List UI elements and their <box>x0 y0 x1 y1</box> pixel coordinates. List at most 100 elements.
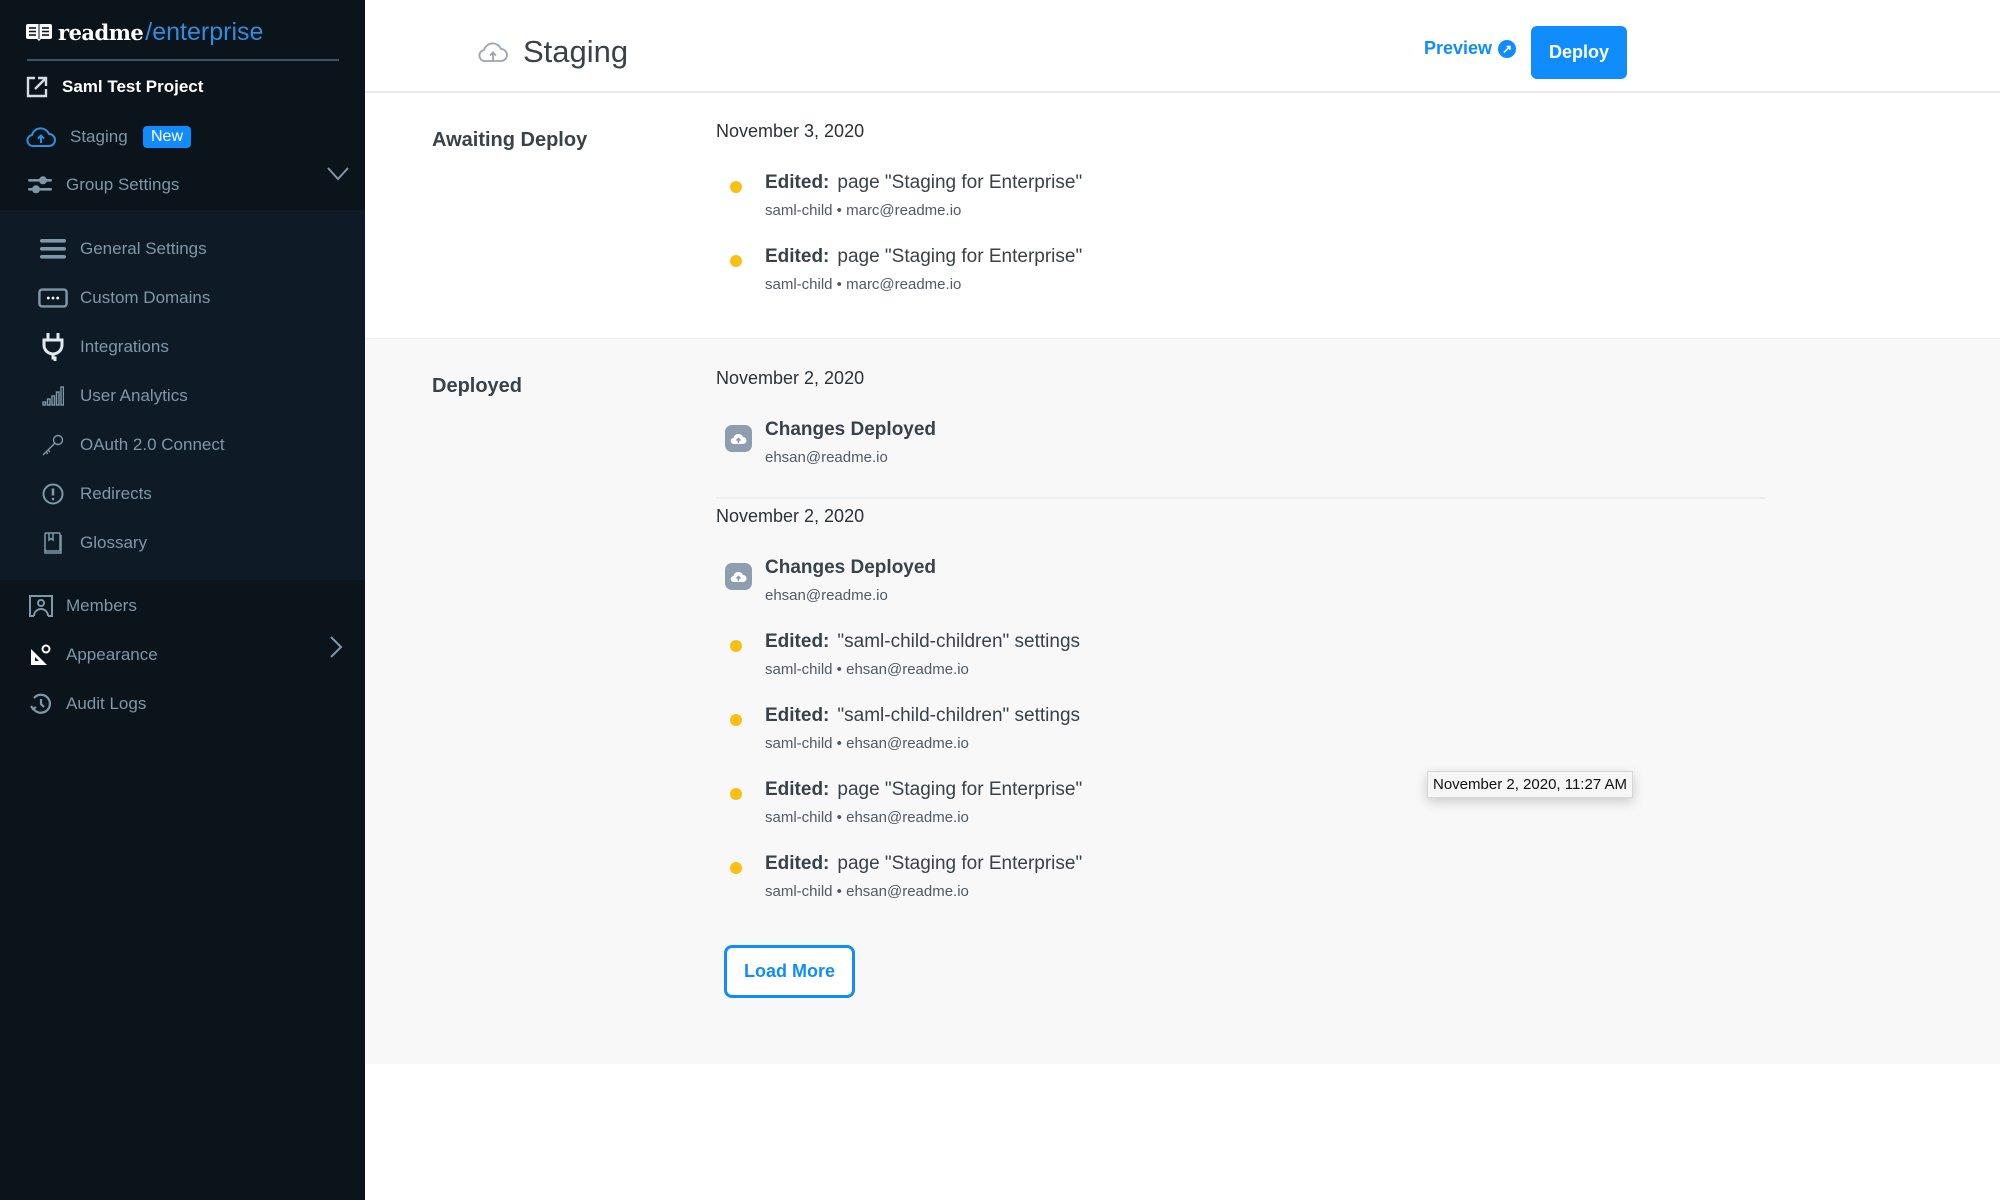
change-item: Edited: page "Staging for Enterprise" sam… <box>716 172 1516 232</box>
deployed-cloud-icon <box>725 563 752 590</box>
sidebar-item-label: Redirects <box>80 484 152 503</box>
edited-dot-icon <box>730 862 742 874</box>
book-icon <box>38 530 68 556</box>
deploy-item: Changes Deployed ehsan@readme.io <box>716 557 1516 617</box>
page-title: Staging <box>477 34 628 70</box>
sidebar-item-label: Appearance <box>66 645 158 664</box>
edited-dot-icon <box>730 181 742 193</box>
readme-logo[interactable]: readme/enterprise <box>26 14 263 50</box>
section-label: Deployed <box>432 375 523 397</box>
change-action: Edited: <box>765 779 830 800</box>
change-meta: saml-child • ehsan@readme.io <box>765 883 969 900</box>
date-heading: November 3, 2020 <box>716 121 865 141</box>
sidebar-item-custom-domains[interactable]: Custom Domains <box>0 285 365 311</box>
edited-dot-icon <box>730 255 742 267</box>
sidebar-item-oauth[interactable]: OAuth 2.0 Connect <box>0 432 365 458</box>
sidebar-item-appearance[interactable]: Appearance <box>0 636 365 668</box>
sidebar-item-redirects[interactable]: Redirects <box>0 481 365 507</box>
change-action: Edited: <box>765 705 830 726</box>
deploy-item: Changes Deployed ehsan@readme.io <box>716 419 1516 479</box>
appearance-icon <box>26 642 56 668</box>
history-icon <box>26 691 56 717</box>
cloud-upload-icon <box>478 42 508 62</box>
sidebar-item-members[interactable]: Members <box>0 593 365 619</box>
sidebar-item-general-settings[interactable]: General Settings <box>0 236 365 262</box>
plug-icon <box>38 333 68 361</box>
project-link[interactable]: Saml Test Project <box>26 72 203 102</box>
logo-divider <box>27 59 339 61</box>
group-divider <box>716 497 1766 499</box>
sidebar: readme/enterprise Saml Test Project Stag… <box>0 0 365 1200</box>
edited-dot-icon <box>730 788 742 800</box>
change-action: Edited: <box>765 246 830 267</box>
sidebar-item-glossary[interactable]: Glossary <box>0 530 365 556</box>
change-text: page "Staging for Enterprise" <box>837 246 1083 267</box>
sidebar-item-label: Group Settings <box>66 175 180 194</box>
change-meta: saml-child • ehsan@readme.io <box>765 661 969 678</box>
key-icon <box>38 432 68 458</box>
load-more-button[interactable]: Load More <box>724 945 855 998</box>
sidebar-item-label: Staging <box>70 127 128 146</box>
change-text: page "Staging for Enterprise" <box>837 853 1083 874</box>
menu-icon <box>38 236 68 262</box>
change-action: Edited: <box>765 172 830 193</box>
new-badge: New <box>143 126 192 148</box>
change-meta: saml-child • marc@readme.io <box>765 202 962 219</box>
sidebar-item-label: Members <box>66 596 137 615</box>
change-item: Edited: page "Staging for Enterprise" sam… <box>716 853 1516 913</box>
group-settings-submenu: General Settings Custom Domains Integrat… <box>0 210 365 580</box>
edited-dot-icon <box>730 640 742 652</box>
members-icon <box>26 593 56 619</box>
deploy-title: Changes Deployed <box>765 557 937 578</box>
chevron-down-icon[interactable] <box>327 166 349 186</box>
edited-dot-icon <box>730 714 742 726</box>
logo-brand: readme <box>58 19 144 45</box>
project-name: Saml Test Project <box>62 77 204 96</box>
cloud-upload-icon <box>26 124 56 150</box>
sidebar-item-label: General Settings <box>80 239 207 258</box>
change-text: page "Staging for Enterprise" <box>837 172 1083 193</box>
sidebar-item-staging[interactable]: Staging New <box>0 124 365 150</box>
deployed-section: Deployed November 2, 2020 Changes Deploy… <box>365 338 2000 1064</box>
external-link-icon <box>26 76 48 98</box>
sidebar-item-integrations[interactable]: Integrations <box>0 333 365 361</box>
sidebar-item-label: Audit Logs <box>66 694 147 713</box>
deploy-meta: ehsan@readme.io <box>765 449 888 466</box>
deploy-meta: ehsan@readme.io <box>765 587 888 604</box>
change-item: Edited: page "Staging for Enterprise" sam… <box>716 779 1516 839</box>
external-arrow-icon: ↗ <box>1498 39 1517 58</box>
sidebar-item-audit-logs[interactable]: Audit Logs <box>0 691 365 717</box>
date-heading: November 2, 2020 <box>716 506 865 526</box>
change-action: Edited: <box>765 631 830 652</box>
section-label: Awaiting Deploy <box>432 129 588 151</box>
deploy-button[interactable]: Deploy <box>1531 26 1627 79</box>
chevron-right-icon[interactable] <box>329 636 343 663</box>
page-header: Staging Preview ↗ Deploy <box>365 0 2000 93</box>
sidebar-item-group-settings[interactable]: Group Settings <box>0 167 365 198</box>
preview-link[interactable]: Preview ↗ <box>1424 38 1517 59</box>
analytics-icon <box>38 383 68 409</box>
sidebar-item-label: OAuth 2.0 Connect <box>80 435 225 454</box>
change-item: Edited: "saml-child-children" settings sa… <box>716 631 1516 691</box>
sidebar-item-label: Custom Domains <box>80 288 211 307</box>
preview-label: Preview <box>1424 38 1493 58</box>
change-action: Edited: <box>765 853 830 874</box>
logo-product: /enterprise <box>145 17 264 46</box>
sidebar-item-user-analytics[interactable]: User Analytics <box>0 383 365 409</box>
date-heading: November 2, 2020 <box>716 368 865 388</box>
change-meta: saml-child • marc@readme.io <box>765 276 962 293</box>
deploy-title: Changes Deployed <box>765 419 937 440</box>
main-content: Staging Preview ↗ Deploy Awaiting Deploy… <box>365 0 2000 1200</box>
alert-icon <box>38 481 68 507</box>
change-meta: saml-child • ehsan@readme.io <box>765 809 969 826</box>
page-title-text: Staging <box>523 34 629 69</box>
change-item: Edited: page "Staging for Enterprise" sam… <box>716 246 1516 306</box>
sidebar-item-label: User Analytics <box>80 386 188 405</box>
change-meta: saml-child • ehsan@readme.io <box>765 735 969 752</box>
sidebar-item-label: Glossary <box>80 533 148 552</box>
change-text: "saml-child-children" settings <box>837 705 1081 726</box>
deployed-cloud-icon <box>725 425 752 452</box>
domain-icon <box>38 285 68 311</box>
change-text: "saml-child-children" settings <box>837 631 1081 652</box>
change-item: Edited: "saml-child-children" settings sa… <box>716 705 1516 765</box>
